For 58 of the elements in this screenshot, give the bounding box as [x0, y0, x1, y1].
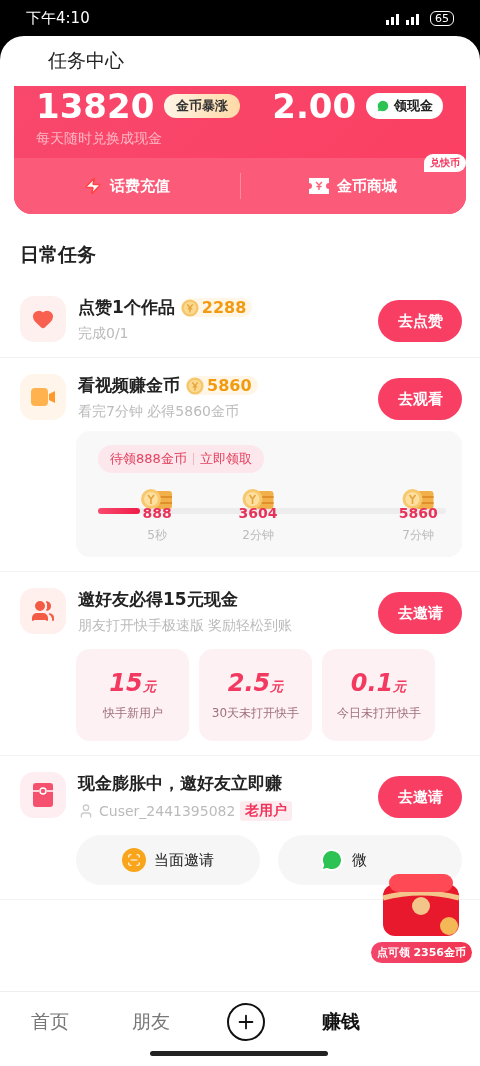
milestone-time: 5秒: [147, 527, 167, 544]
user-name: Cuser_2441395082: [99, 803, 236, 819]
chat-icon: [320, 848, 344, 872]
nav-tab[interactable]: 首页: [0, 1008, 101, 1036]
envelope-icon: [33, 783, 53, 807]
milestone-amount: 3604: [238, 505, 278, 521]
video-camera-icon: [30, 387, 56, 407]
reward-value: 2.5元: [227, 668, 284, 697]
reward-label: 快手新用户: [102, 704, 163, 722]
task-subtitle: 完成0/1: [78, 325, 129, 343]
task-subtitle: 朋友打开快手极速版 奖励轻松到账: [78, 617, 293, 635]
floating-reward[interactable]: 点可领 2356金币: [370, 942, 472, 963]
task-title: 看视频赚金币: [78, 374, 180, 397]
reward-label: 30天未打开快手: [211, 704, 300, 722]
wechat-share-button[interactable]: 微: [278, 835, 462, 885]
recharge-button[interactable]: 话费充值: [14, 158, 240, 214]
task-subtitle: 看完7分钟 必得5860金币: [78, 403, 239, 421]
coin-icon: [180, 298, 199, 317]
task-button[interactable]: 去邀请: [378, 592, 462, 634]
battery-level: 65: [430, 10, 454, 26]
milestone-amount: 5860: [398, 505, 438, 521]
milestone-amount: 888: [142, 505, 172, 521]
status-time: 下午4:10: [26, 8, 90, 28]
ticket-icon: [309, 178, 330, 194]
heart-icon: [32, 308, 54, 330]
avatar-icon: [78, 803, 94, 819]
coin-balance: 13820: [36, 86, 155, 126]
page-title: 任务中心: [48, 48, 124, 73]
task-button[interactable]: 去观看: [378, 378, 462, 420]
reward-amount: 2288: [201, 298, 247, 317]
reward-value: 0.1元: [350, 668, 407, 697]
card-subtitle: 每天随时兑换成现金: [36, 130, 163, 148]
task-button[interactable]: 去点赞: [378, 300, 462, 342]
coin-icon: [186, 376, 204, 395]
cash-button[interactable]: 领现金: [366, 93, 444, 119]
exchange-badge: 兑快币: [424, 154, 466, 172]
task-button[interactable]: 去邀请: [378, 776, 462, 818]
milestone-time: 2分钟: [242, 527, 274, 544]
coin-tag: 金币暴涨: [164, 94, 241, 118]
cash-balance: 2.00: [272, 86, 357, 126]
milestone-time: 7分钟: [402, 527, 434, 544]
nav-tab[interactable]: 赚钱: [290, 1008, 392, 1036]
reward-value: 15元: [109, 668, 156, 697]
add-button[interactable]: [227, 1003, 265, 1041]
wechat-icon: [376, 99, 391, 113]
reward-amount: 5860: [207, 376, 252, 395]
scan-icon: [122, 848, 146, 872]
claim-bubble[interactable]: 待领888金币 立即领取: [98, 445, 264, 473]
face-invite-button[interactable]: 当面邀请: [76, 835, 260, 885]
nav-tab[interactable]: 朋友: [100, 1008, 202, 1036]
lightning-icon: [83, 177, 102, 195]
task-title: 现金膨胀中，邀好友立即赚: [78, 772, 282, 795]
user-tag: 老用户: [240, 801, 293, 821]
task-title: 邀好友必得15元现金: [78, 588, 238, 611]
users-icon: [31, 599, 55, 623]
section-title: 日常任务: [19, 242, 97, 267]
reward-label: 今日未打开快手: [336, 704, 421, 722]
task-title: 点赞1个作品: [78, 296, 175, 319]
